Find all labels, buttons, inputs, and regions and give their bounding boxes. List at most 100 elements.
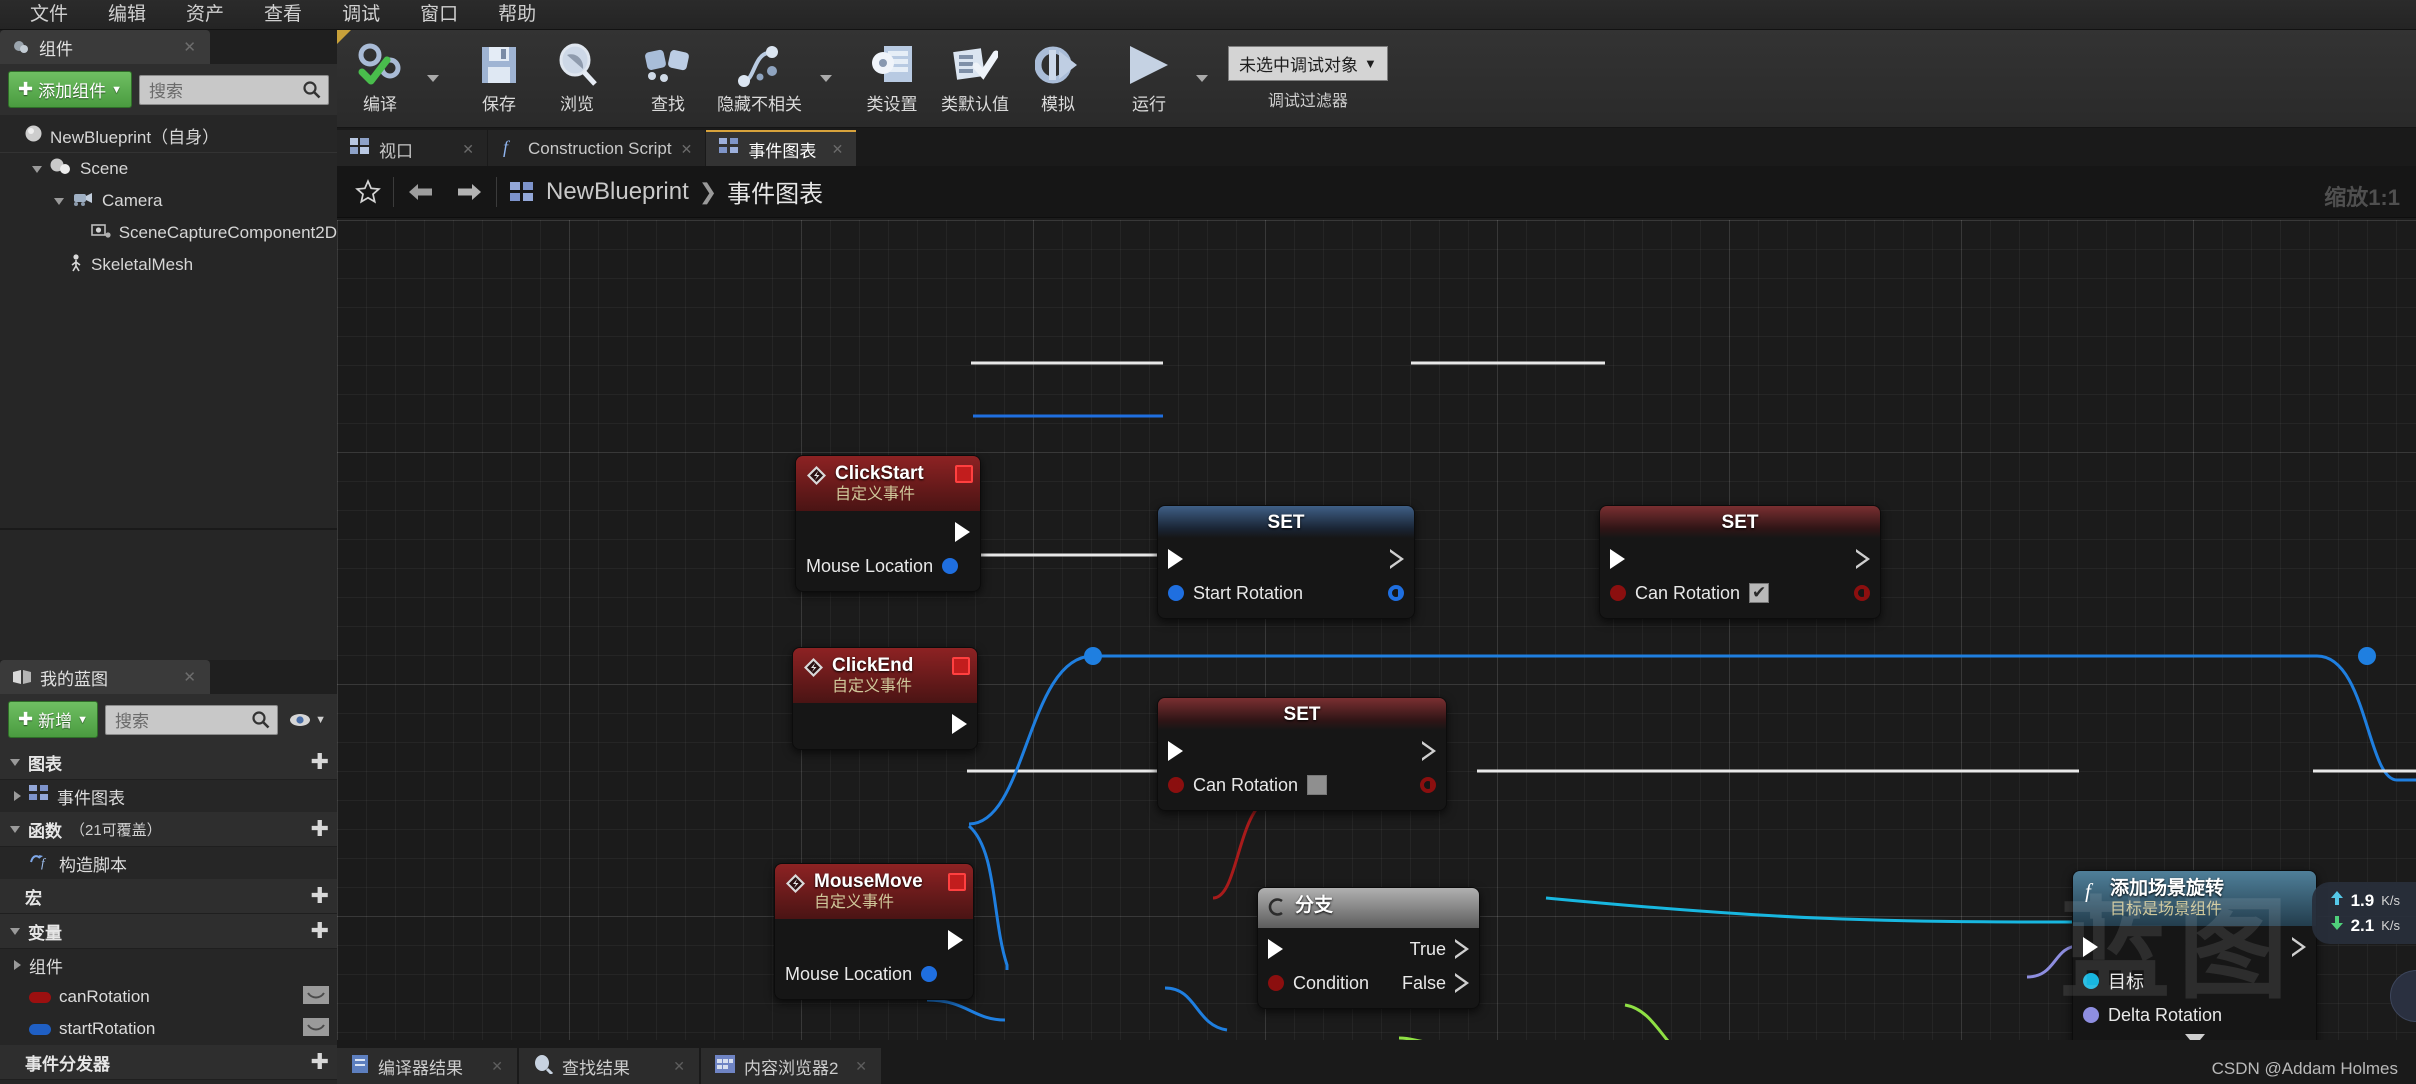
toolbar-button-save[interactable]: 保存 [460,31,538,127]
exec-output-pin[interactable] [1856,549,1870,569]
close-icon[interactable]: ✕ [832,141,844,158]
eye-closed-icon[interactable] [303,986,329,1009]
add-item-button[interactable]: ✚ [311,887,329,905]
expander-right-icon[interactable] [14,960,21,970]
exec-output-pin[interactable] [952,714,967,734]
expander-down-icon[interactable] [32,166,42,173]
bottom-tab-0[interactable]: 编译器结果✕ [337,1048,517,1084]
add-new-button[interactable]: ✚ 新增 ▼ [8,701,98,738]
document-tab-1[interactable]: fConstruction Script✕ [488,130,705,166]
exec-output-pin[interactable] [1455,939,1469,959]
expander-right-icon[interactable] [14,791,21,801]
document-tab-0[interactable]: 视口✕ [337,130,487,166]
exec-output-pin[interactable] [1390,549,1404,569]
menu-item-0[interactable]: 文件 [10,1,88,29]
data-pin[interactable] [1610,585,1626,601]
my-blueprint-category-0[interactable]: 图表✚ [0,745,337,780]
add-component-button[interactable]: ✚ 添加组件 ▼ [8,71,132,108]
network-stats-button[interactable] [2390,970,2416,1022]
graph-node-set-can-rotation-false[interactable]: SETCan Rotation [1157,697,1447,811]
expander-down-icon[interactable] [10,759,20,766]
add-item-button[interactable]: ✚ [311,820,329,838]
my-blueprint-search-input[interactable]: 搜索 [105,705,278,735]
add-item-button[interactable]: ✚ [311,1053,329,1071]
close-icon[interactable]: ✕ [855,1058,867,1075]
event-breakpoint-badge[interactable] [955,465,973,483]
my-blueprint-category-4[interactable]: 宏✚ [0,879,337,914]
event-breakpoint-badge[interactable] [948,873,966,891]
graph-node-click-start-event[interactable]: ClickStart自定义事件Mouse Location [795,455,981,592]
chevron-down-icon[interactable] [427,75,439,82]
exec-input-pin[interactable] [1168,549,1183,569]
graph-node-click-end-event[interactable]: ClickEnd自定义事件 [792,647,978,750]
menu-item-2[interactable]: 资产 [166,1,244,29]
toolbar-button-simulate[interactable]: 模拟 [1019,31,1097,127]
component-tree-item-2[interactable]: Camera [0,185,337,217]
close-icon[interactable]: ✕ [673,1058,685,1075]
data-pin[interactable] [1420,777,1436,793]
add-item-button[interactable]: ✚ [311,922,329,940]
component-tree-item-4[interactable]: SkeletalMesh [0,249,337,281]
component-tree-item-0[interactable]: NewBlueprint（自身） [0,119,337,153]
exec-input-pin[interactable] [1610,549,1625,569]
document-tab-2[interactable]: 事件图表✕ [706,130,856,166]
close-icon[interactable]: ✕ [491,1058,503,1075]
my-blueprint-category-5[interactable]: 变量✚ [0,914,337,949]
my-blueprint-category-2[interactable]: 函数（21可覆盖）✚ [0,812,337,847]
component-tree-item-3[interactable]: SceneCaptureComponent2D [0,217,337,249]
node-checkbox[interactable] [1307,775,1327,795]
exec-output-pin[interactable] [948,930,963,950]
debug-object-select[interactable]: 未选中调试对象▼ [1228,46,1388,81]
my-blueprint-variable-8[interactable]: startRotation [0,1013,337,1045]
event-graph-canvas[interactable]: ClickStart自定义事件Mouse Location SETStart Ro… [337,220,2416,1040]
menu-item-5[interactable]: 窗口 [400,1,478,29]
close-icon[interactable]: ✕ [183,38,196,56]
my-blueprint-item-3[interactable]: f构造脚本 [0,847,337,879]
data-pin[interactable] [942,558,958,574]
close-icon[interactable]: ✕ [462,141,474,158]
arrow-left-icon[interactable] [406,179,436,205]
data-pin[interactable] [1168,585,1184,601]
graph-node-set-can-rotation-true[interactable]: SETCan Rotation✔ [1599,505,1881,619]
menu-item-1[interactable]: 编辑 [88,1,166,29]
eye-closed-icon[interactable] [303,1018,329,1041]
expander-down-icon[interactable] [54,198,64,205]
my-blueprint-item-6[interactable]: 组件 [0,949,337,981]
toolbar-button-play[interactable]: 运行 [1110,31,1188,127]
close-icon[interactable]: ✕ [183,668,196,686]
chevron-down-icon[interactable] [1196,75,1208,82]
chevron-down-icon[interactable] [820,75,832,82]
graph-node-set-start-rotation-1[interactable]: SETStart Rotation [1157,505,1415,619]
expander-down-icon[interactable] [10,928,20,935]
component-tree-item-1[interactable]: Scene [0,153,337,185]
my-blueprint-item-1[interactable]: 事件图表 [0,780,337,812]
exec-output-pin[interactable] [955,522,970,542]
components-search-input[interactable]: 搜索 [139,75,329,105]
event-breakpoint-badge[interactable] [952,657,970,675]
add-item-button[interactable]: ✚ [311,753,329,771]
menu-item-3[interactable]: 查看 [244,1,322,29]
breadcrumb-blueprint-name[interactable]: NewBlueprint [546,178,689,206]
menu-item-4[interactable]: 调试 [322,1,400,29]
toolbar-button-hide-unrelated[interactable]: 隐藏不相关 [707,31,812,127]
exec-input-pin[interactable] [1268,939,1283,959]
menu-item-6[interactable]: 帮助 [478,1,556,29]
data-pin[interactable] [1854,585,1870,601]
toolbar-button-compile[interactable]: 编译 [341,31,419,127]
close-icon[interactable]: ✕ [681,141,693,158]
data-pin[interactable] [1168,777,1184,793]
bottom-tab-1[interactable]: 查找结果✕ [519,1048,699,1084]
my-blueprint-variable-7[interactable]: canRotation [0,981,337,1013]
toolbar-button-browse[interactable]: 浏览 [538,31,616,127]
toolbar-button-find[interactable]: 查找 [629,31,707,127]
arrow-right-icon[interactable] [454,179,484,205]
node-checkbox[interactable]: ✔ [1749,583,1769,603]
toolbar-button-class-settings[interactable]: 类设置 [853,31,931,127]
data-pin[interactable] [1388,585,1404,601]
tab-my-blueprint[interactable]: 我的蓝图 ✕ [0,660,210,694]
data-pin[interactable] [921,966,937,982]
toolbar-button-class-defaults[interactable]: 类默认值 [931,31,1019,127]
bottom-tab-2[interactable]: 内容浏览器2✕ [701,1048,881,1084]
visibility-options-button[interactable]: ▼ [285,712,329,728]
expander-down-icon[interactable] [10,826,20,833]
